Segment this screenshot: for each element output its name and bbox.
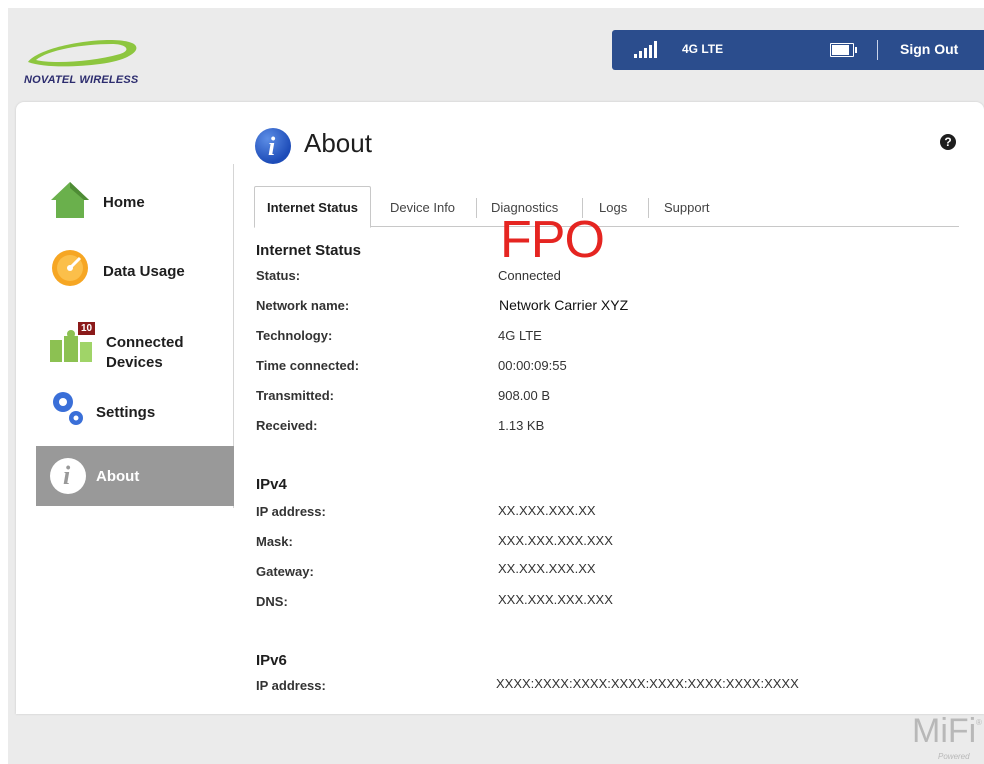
sidebar-item-connected-devices[interactable]: Connected Devices (36, 310, 234, 374)
sidebar-item-about[interactable]: i About (36, 446, 234, 506)
ipv4-mask-label: Mask: (256, 534, 293, 549)
ipv4-gateway-value: XX.XXX.XXX.XX (498, 561, 596, 576)
ipv4-mask-value: XXX.XXX.XXX.XXX (498, 533, 613, 548)
info-icon-glyph: i (63, 461, 71, 490)
registered-mark-icon: ® (976, 718, 982, 727)
technology-value: 4G LTE (498, 328, 542, 343)
network-type-label: 4G LTE (682, 42, 724, 56)
home-icon (51, 182, 89, 218)
sidebar-item-label: Data Usage (103, 263, 185, 280)
transmitted-value: 908.00 B (498, 388, 551, 403)
status-value: Connected (498, 268, 561, 283)
sidebar-nav: Home Data Usage Connected Devices 10 Set… (16, 102, 234, 714)
ipv6-ip-address-value: XXXX:XXXX:XXXX:XXXX:XXXX:XXXX:XXXX:XXXX (496, 676, 799, 691)
received-label: Received: (256, 418, 318, 433)
mifi-logo: MiFi (912, 712, 977, 750)
time-connected-value: 00:00:09:55 (498, 358, 567, 373)
gauge-icon (52, 250, 88, 286)
app-frame: NOVATEL WIRELESS 4G LTE Sign Out Home Da… (8, 8, 984, 764)
sidebar-item-label-line1: Connected (106, 334, 184, 351)
network-name-value: Network Carrier XYZ (499, 297, 629, 313)
time-connected-label: Time connected: (256, 358, 360, 373)
ipv4-ip-address-value: XX.XXX.XXX.XX (498, 503, 596, 518)
sidebar-item-data-usage[interactable]: Data Usage (36, 242, 234, 298)
novatel-logo: NOVATEL WIRELESS (22, 36, 152, 96)
tab-device-info[interactable]: Device Info (390, 200, 455, 215)
page-title: About (304, 128, 372, 158)
main-panel: Home Data Usage Connected Devices 10 Set… (16, 102, 984, 714)
status-bar: 4G LTE Sign Out (612, 30, 984, 70)
ipv4-dns-value: XXX.XXX.XXX.XXX (498, 592, 613, 607)
logo-swoosh-icon (28, 40, 137, 67)
sidebar-item-label: About (96, 468, 140, 485)
ipv4-ip-address-label: IP address: (256, 504, 326, 519)
fpo-watermark: FPO (500, 211, 605, 269)
sidebar-item-settings[interactable]: Settings (36, 382, 234, 438)
network-name-label: Network name: (256, 298, 350, 313)
ipv4-gateway-label: Gateway: (256, 564, 314, 579)
connected-devices-count-badge: 10 (78, 322, 96, 335)
signal-strength-icon (634, 41, 657, 58)
about-tabs: Internet Status Device Info Diagnostics … (254, 186, 959, 228)
status-label: Status: (256, 268, 301, 283)
ipv4-heading: IPv4 (256, 476, 287, 493)
tab-support[interactable]: Support (664, 200, 710, 215)
tab-internet-status[interactable]: Internet Status (254, 186, 372, 228)
sidebar-item-label: Settings (96, 404, 156, 421)
transmitted-label: Transmitted: (256, 388, 335, 403)
sidebar-item-label-line2: Devices (106, 354, 163, 371)
internet-status-heading: Internet Status (256, 242, 362, 259)
ipv6-heading: IPv6 (256, 652, 287, 669)
logo-text: NOVATEL WIRELESS (24, 74, 139, 86)
mifi-powered-text: Powered (938, 752, 970, 761)
gear-icon (53, 392, 83, 425)
help-icon[interactable]: ? (940, 134, 956, 150)
sidebar-item-label: Home (103, 194, 145, 211)
technology-label: Technology: (256, 328, 333, 343)
tab-separator (476, 198, 477, 218)
battery-icon (830, 43, 857, 57)
received-value: 1.13 KB (498, 418, 545, 433)
ipv6-ip-address-label: IP address: (256, 678, 326, 693)
sign-out-button[interactable]: Sign Out (900, 41, 958, 57)
ipv4-dns-label: DNS: (256, 594, 288, 609)
about-title-icon: i (255, 128, 291, 164)
status-bar-divider (877, 40, 878, 60)
sidebar-item-home[interactable]: Home (36, 174, 234, 230)
info-icon: i (50, 458, 86, 494)
tab-separator (648, 198, 649, 218)
